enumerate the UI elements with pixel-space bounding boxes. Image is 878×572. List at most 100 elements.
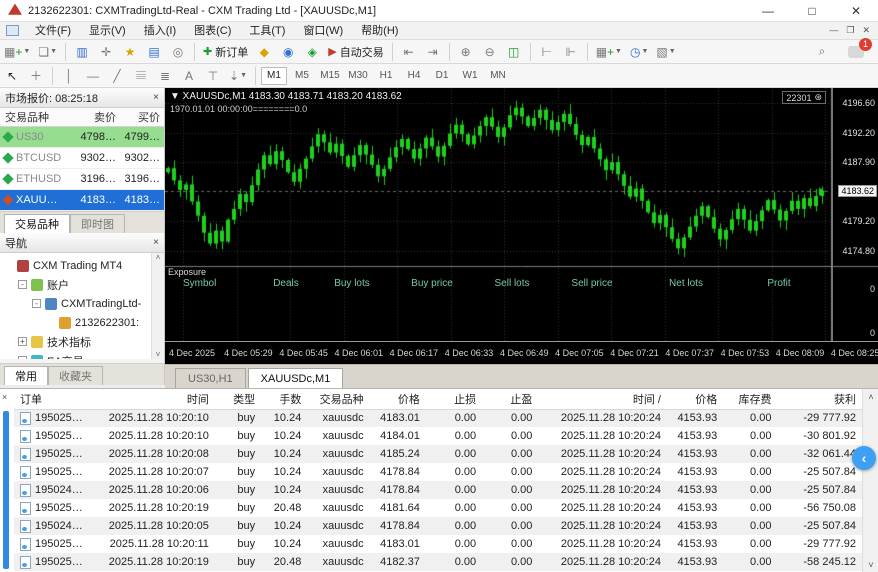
- market-watch-row[interactable]: BTCUSD9302…9302…: [0, 148, 164, 169]
- navigator-scrollbar[interactable]: ˄ ˅: [151, 253, 164, 359]
- tree-expander-icon[interactable]: -: [18, 356, 27, 359]
- candlestick-chart[interactable]: [165, 88, 878, 341]
- zoom-out-button[interactable]: ⊖: [479, 42, 501, 62]
- indicators-button[interactable]: ▦+▼: [593, 42, 625, 62]
- mdi-close-icon[interactable]: ✕: [862, 25, 870, 36]
- orders-col-6[interactable]: 止损: [426, 389, 482, 409]
- new-order-button[interactable]: ✚新订单: [200, 42, 251, 62]
- tree-item[interactable]: CXM Trading MT4: [4, 256, 164, 275]
- menu-item-3[interactable]: 图表(C): [185, 22, 240, 40]
- tree-expander-icon[interactable]: -: [32, 299, 41, 308]
- market-watch-tab-即时图[interactable]: 即时图: [70, 214, 125, 233]
- order-row[interactable]: 195025…2025.11.28 10:20:19buy20.48xauusd…: [14, 553, 862, 571]
- timeframe-m15[interactable]: M15: [317, 67, 343, 85]
- cursor-tool-button[interactable]: ↖: [1, 66, 23, 86]
- orders-col-11[interactable]: 获利: [777, 389, 862, 409]
- mdi-restore-icon[interactable]: ❐: [846, 25, 854, 36]
- menu-item-2[interactable]: 插入(I): [135, 22, 185, 40]
- orders-col-4[interactable]: 交易品种: [307, 389, 369, 409]
- navigator-close-icon[interactable]: ×: [153, 237, 159, 248]
- profiles-button[interactable]: ❏▼: [35, 42, 60, 62]
- market-watch-toggle-button[interactable]: ▥: [71, 42, 93, 62]
- navigator-tab-常用[interactable]: 常用: [4, 366, 48, 385]
- signals-icon[interactable]: ◈: [301, 42, 323, 62]
- text-tool-button[interactable]: A: [178, 66, 200, 86]
- community-icon[interactable]: ◉: [277, 42, 299, 62]
- menu-item-4[interactable]: 工具(T): [240, 22, 294, 40]
- close-button[interactable]: ✕: [834, 0, 878, 21]
- templates-button[interactable]: ▧▼: [653, 42, 678, 62]
- tree-item[interactable]: 2132622301:: [4, 313, 164, 332]
- scroll-down-icon[interactable]: ˅: [863, 560, 878, 570]
- autotrading-button[interactable]: ▶自动交易: [325, 42, 386, 62]
- auto-scroll-button[interactable]: ⇥: [422, 42, 444, 62]
- horizontal-line-button[interactable]: —: [82, 66, 104, 86]
- chart-window[interactable]: ▼ XAUUSDc,M1 4183.30 4183.71 4183.20 418…: [165, 88, 878, 388]
- chart-doc-icon[interactable]: [6, 25, 19, 36]
- orders-col-1[interactable]: 时间: [86, 389, 215, 409]
- bar-chart-button[interactable]: ⊢: [536, 42, 558, 62]
- minimize-button[interactable]: —: [746, 0, 790, 21]
- new-chart-button[interactable]: ▦+▼: [1, 42, 33, 62]
- order-row[interactable]: 195024…2025.11.28 10:20:05buy10.24xauusd…: [14, 517, 862, 535]
- notifications-icon[interactable]: 1: [845, 42, 867, 62]
- chart-shift-button[interactable]: ⇤: [398, 42, 420, 62]
- time-axis[interactable]: 4 Dec 20254 Dec 05:294 Dec 05:454 Dec 06…: [165, 341, 878, 364]
- market-watch-row[interactable]: ETHUSD3196…3196…: [0, 169, 164, 190]
- mdi-minimize-icon[interactable]: —: [829, 25, 838, 36]
- market-watch-close-icon[interactable]: ×: [153, 92, 159, 103]
- terminal-close-icon[interactable]: ×: [2, 392, 7, 402]
- order-row[interactable]: 195025…2025.11.28 10:20:08buy10.24xauusd…: [14, 445, 862, 463]
- orders-col-0[interactable]: 订单: [14, 389, 86, 409]
- menu-item-6[interactable]: 帮助(H): [352, 22, 407, 40]
- orders-col-2[interactable]: 类型: [215, 389, 261, 409]
- navigator-toggle-button[interactable]: ★: [119, 42, 141, 62]
- scroll-up-icon[interactable]: ˄: [863, 392, 878, 402]
- market-watch-row[interactable]: XAUU…4183…4183…: [0, 190, 164, 211]
- menu-item-0[interactable]: 文件(F): [26, 22, 80, 40]
- zoom-in-button[interactable]: ⊕: [455, 42, 477, 62]
- timeframe-m1[interactable]: M1: [261, 67, 287, 85]
- timeframe-w1[interactable]: W1: [457, 67, 483, 85]
- tree-item[interactable]: -账户: [4, 275, 164, 294]
- orders-col-10[interactable]: 库存费: [723, 389, 777, 409]
- maximize-button[interactable]: □: [790, 0, 834, 21]
- text-label-button[interactable]: ⊤: [202, 66, 224, 86]
- order-row[interactable]: 195025…2025.11.28 10:20:10buy10.24xauusd…: [14, 409, 862, 427]
- orders-col-7[interactable]: 止盈: [482, 389, 538, 409]
- trendline-button[interactable]: ╱: [106, 66, 128, 86]
- order-row[interactable]: 195025…2025.11.28 10:20:11buy10.24xauusd…: [14, 535, 862, 553]
- scroll-down-icon[interactable]: ˅: [156, 350, 161, 359]
- floating-collapse-button[interactable]: ‹: [852, 446, 876, 470]
- timeframe-d1[interactable]: D1: [429, 67, 455, 85]
- order-row[interactable]: 195025…2025.11.28 10:20:10buy10.24xauusd…: [14, 427, 862, 445]
- tree-expander-icon[interactable]: +: [18, 337, 27, 346]
- tile-windows-button[interactable]: ◫: [503, 42, 525, 62]
- periods-button[interactable]: ◷▼: [627, 42, 651, 62]
- tree-expander-icon[interactable]: -: [18, 280, 27, 289]
- tree-item[interactable]: -CXMTradingLtd-: [4, 294, 164, 313]
- orders-col-9[interactable]: 价格: [667, 389, 723, 409]
- fibonacci-button[interactable]: 𝄙: [130, 66, 152, 86]
- price-axis[interactable]: 4196.604192.204187.904179.204174.804183.…: [832, 88, 878, 341]
- terminal-scrollbar[interactable]: ˄ ˅: [862, 389, 878, 572]
- order-row[interactable]: 195025…2025.11.28 10:20:19buy20.48xauusd…: [14, 499, 862, 517]
- timeframe-h4[interactable]: H4: [401, 67, 427, 85]
- candlestick-button[interactable]: ⊩: [560, 42, 582, 62]
- timeframe-h1[interactable]: H1: [373, 67, 399, 85]
- data-window-button[interactable]: ✛: [95, 42, 117, 62]
- scroll-up-icon[interactable]: ˄: [156, 253, 161, 262]
- orders-col-3[interactable]: 手数: [261, 389, 307, 409]
- navigator-tab-收藏夹[interactable]: 收藏夹: [48, 366, 103, 385]
- timeframe-m5[interactable]: M5: [289, 67, 315, 85]
- chart-tab-US30H1[interactable]: US30,H1: [175, 368, 246, 388]
- search-icon[interactable]: ⌕: [811, 42, 833, 62]
- arrows-tool-button[interactable]: ⇣▼: [226, 66, 250, 86]
- order-row[interactable]: 195024…2025.11.28 10:20:06buy10.24xauusd…: [14, 481, 862, 499]
- order-row[interactable]: 195025…2025.11.28 10:20:07buy10.24xauusd…: [14, 463, 862, 481]
- orders-col-5[interactable]: 价格: [370, 389, 426, 409]
- tree-item[interactable]: +技术指标: [4, 332, 164, 351]
- channel-button[interactable]: ≣: [154, 66, 176, 86]
- timeframe-mn[interactable]: MN: [485, 67, 511, 85]
- orders-col-8[interactable]: 时间 /: [538, 389, 667, 409]
